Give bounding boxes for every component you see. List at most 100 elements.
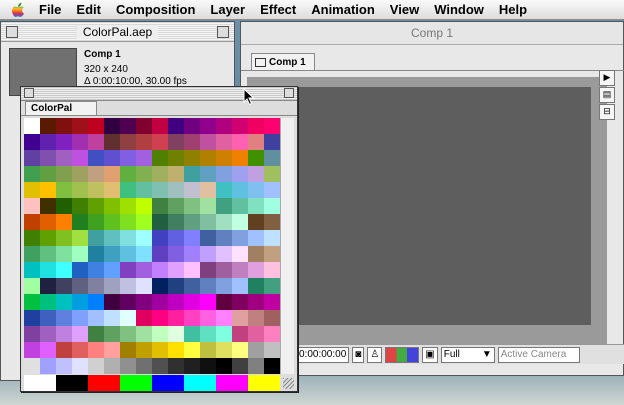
color-swatch[interactable] xyxy=(264,262,280,278)
color-swatch[interactable] xyxy=(264,182,280,198)
color-swatch[interactable] xyxy=(136,182,152,198)
color-swatch[interactable] xyxy=(88,182,104,198)
color-swatch[interactable] xyxy=(232,358,248,374)
color-swatch[interactable] xyxy=(200,214,216,230)
panel-menu-arrow-icon[interactable]: ▶ xyxy=(599,70,615,86)
close-box-icon[interactable] xyxy=(24,88,34,98)
color-swatch[interactable] xyxy=(104,294,120,310)
color-swatch[interactable] xyxy=(120,246,136,262)
color-swatch[interactable] xyxy=(264,230,280,246)
color-swatch[interactable] xyxy=(72,230,88,246)
color-swatch[interactable] xyxy=(248,278,264,294)
tab-comp-1[interactable]: Comp 1 xyxy=(251,53,315,70)
timeline-icon[interactable]: ▤ xyxy=(599,87,615,103)
color-swatch[interactable] xyxy=(72,278,88,294)
apple-menu-icon[interactable] xyxy=(8,0,28,20)
color-swatch[interactable] xyxy=(152,198,168,214)
color-swatch[interactable] xyxy=(88,262,104,278)
color-swatch[interactable] xyxy=(168,182,184,198)
color-swatch[interactable] xyxy=(56,278,72,294)
color-swatch[interactable] xyxy=(120,182,136,198)
color-swatch[interactable] xyxy=(248,198,264,214)
color-swatch[interactable] xyxy=(40,294,56,310)
color-swatch[interactable] xyxy=(72,118,88,134)
color-swatch[interactable] xyxy=(72,182,88,198)
color-swatch[interactable] xyxy=(56,358,72,374)
menu-layer[interactable]: Layer xyxy=(203,0,253,20)
color-swatch[interactable] xyxy=(216,342,232,358)
color-swatch[interactable] xyxy=(232,198,248,214)
color-swatch[interactable] xyxy=(40,182,56,198)
color-swatch[interactable] xyxy=(216,118,232,134)
color-swatch[interactable] xyxy=(72,358,88,374)
color-swatch[interactable] xyxy=(248,246,264,262)
color-swatch[interactable] xyxy=(56,294,72,310)
color-swatch[interactable] xyxy=(264,166,280,182)
color-swatch[interactable] xyxy=(104,246,120,262)
color-swatch[interactable] xyxy=(120,262,136,278)
color-swatch[interactable] xyxy=(200,358,216,374)
color-swatch[interactable] xyxy=(56,150,72,166)
color-swatch[interactable] xyxy=(200,310,216,326)
resize-grip-icon[interactable] xyxy=(283,378,294,389)
color-swatch[interactable] xyxy=(88,246,104,262)
color-swatch[interactable] xyxy=(184,278,200,294)
comp-image-area[interactable] xyxy=(267,87,591,325)
color-swatch[interactable] xyxy=(216,326,232,342)
color-swatch[interactable] xyxy=(200,294,216,310)
color-swatch[interactable] xyxy=(264,294,280,310)
color-swatch[interactable] xyxy=(136,278,152,294)
color-swatch[interactable] xyxy=(232,326,248,342)
color-swatch[interactable] xyxy=(184,166,200,182)
primary-color-swatch[interactable] xyxy=(152,375,184,391)
color-swatch[interactable] xyxy=(248,166,264,182)
show-snapshot-icon[interactable]: ♙ xyxy=(367,346,383,363)
color-swatch[interactable] xyxy=(184,134,200,150)
color-swatch[interactable] xyxy=(24,150,40,166)
color-swatch[interactable] xyxy=(120,118,136,134)
color-swatch[interactable] xyxy=(72,294,88,310)
color-swatch[interactable] xyxy=(264,326,280,342)
color-swatch[interactable] xyxy=(136,358,152,374)
color-swatch[interactable] xyxy=(40,214,56,230)
primary-color-swatch[interactable] xyxy=(56,375,88,391)
color-swatch[interactable] xyxy=(88,310,104,326)
color-swatch[interactable] xyxy=(168,198,184,214)
primary-color-swatch[interactable] xyxy=(88,375,120,391)
color-swatch[interactable] xyxy=(168,214,184,230)
color-swatch[interactable] xyxy=(232,182,248,198)
color-swatch[interactable] xyxy=(200,150,216,166)
color-swatch[interactable] xyxy=(120,310,136,326)
color-swatch[interactable] xyxy=(88,166,104,182)
color-swatch[interactable] xyxy=(168,310,184,326)
color-swatch[interactable] xyxy=(120,198,136,214)
color-swatch[interactable] xyxy=(104,230,120,246)
color-swatch[interactable] xyxy=(136,198,152,214)
color-swatch[interactable] xyxy=(232,278,248,294)
color-swatch[interactable] xyxy=(200,166,216,182)
color-swatch[interactable] xyxy=(72,342,88,358)
color-swatch[interactable] xyxy=(120,134,136,150)
color-swatch[interactable] xyxy=(200,198,216,214)
color-swatch[interactable] xyxy=(200,230,216,246)
color-swatch[interactable] xyxy=(168,134,184,150)
color-swatch[interactable] xyxy=(56,310,72,326)
color-swatch[interactable] xyxy=(184,230,200,246)
color-swatch[interactable] xyxy=(56,342,72,358)
color-swatch[interactable] xyxy=(24,246,40,262)
close-box-icon[interactable] xyxy=(6,26,18,38)
color-swatch[interactable] xyxy=(232,310,248,326)
color-swatch[interactable] xyxy=(232,294,248,310)
color-swatch[interactable] xyxy=(120,342,136,358)
color-swatch[interactable] xyxy=(136,246,152,262)
color-swatch[interactable] xyxy=(24,294,40,310)
color-swatch[interactable] xyxy=(40,246,56,262)
color-swatch[interactable] xyxy=(248,150,264,166)
primary-color-swatch[interactable] xyxy=(216,375,248,391)
color-swatch[interactable] xyxy=(104,310,120,326)
color-swatch[interactable] xyxy=(216,310,232,326)
color-swatch[interactable] xyxy=(120,166,136,182)
color-swatch[interactable] xyxy=(168,118,184,134)
color-swatch[interactable] xyxy=(264,214,280,230)
color-swatch[interactable] xyxy=(248,294,264,310)
